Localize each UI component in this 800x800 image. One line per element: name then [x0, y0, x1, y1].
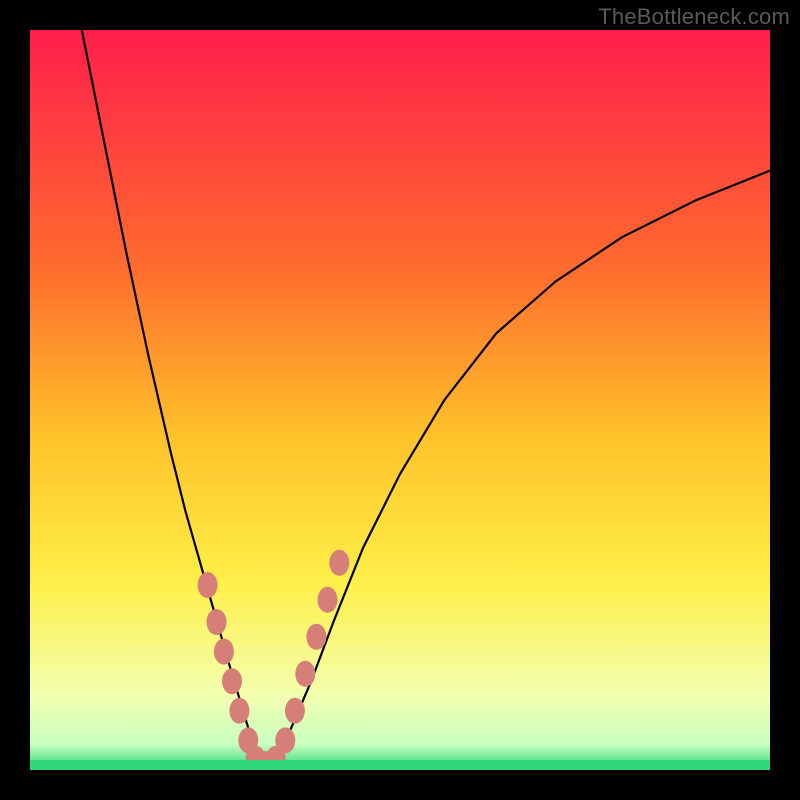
- watermark-label: TheBottleneck.com: [598, 4, 790, 30]
- highlight-marker-group: [198, 550, 350, 770]
- highlight-dot: [275, 727, 295, 753]
- baseline-strip: [30, 760, 770, 770]
- highlight-dot: [295, 661, 315, 687]
- highlight-dot: [285, 698, 305, 724]
- chart-frame: TheBottleneck.com: [0, 0, 800, 800]
- highlight-dot: [318, 587, 338, 613]
- highlight-dot: [214, 639, 234, 665]
- highlight-dot: [207, 609, 227, 635]
- highlight-dot: [222, 668, 242, 694]
- plot-area: [30, 30, 770, 770]
- curve-layer: [30, 30, 770, 770]
- highlight-dot: [229, 698, 249, 724]
- curve-right-branch: [274, 171, 770, 763]
- highlight-dot: [329, 550, 349, 576]
- highlight-dot: [198, 572, 218, 598]
- highlight-dot: [306, 624, 326, 650]
